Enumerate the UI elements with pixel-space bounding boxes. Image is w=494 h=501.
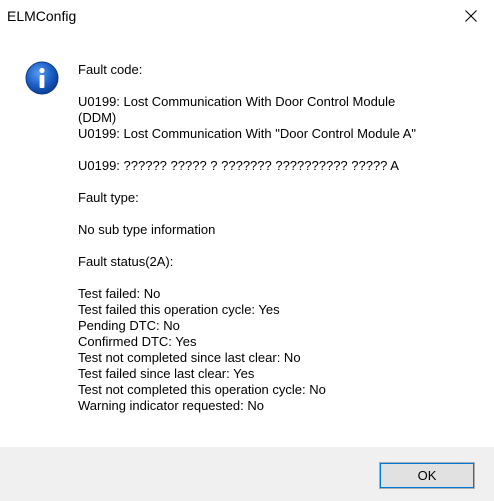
message-line: U0199: Lost Communication With "Door Con… bbox=[78, 126, 416, 141]
title-bar: ELMConfig bbox=[0, 0, 494, 32]
message-line: Test failed this operation cycle: Yes bbox=[78, 302, 280, 317]
dialog-content: Fault code: U0199: Lost Communication Wi… bbox=[0, 32, 494, 447]
message-line: Test not completed this operation cycle:… bbox=[78, 382, 326, 397]
message-line bbox=[78, 270, 478, 286]
message-line: Test failed: No bbox=[78, 286, 161, 301]
message-line bbox=[78, 238, 478, 254]
message-line: Test failed since last clear: Yes bbox=[78, 366, 255, 381]
message-dialog: ELMConfig Fault code: U0199: Lost Commun… bbox=[0, 0, 494, 501]
message-line bbox=[78, 78, 478, 94]
ok-button[interactable]: OK bbox=[379, 462, 475, 489]
dialog-footer: OK bbox=[0, 447, 494, 501]
message-line: U0199: Lost Communication With Door Cont… bbox=[78, 94, 396, 109]
close-button[interactable] bbox=[448, 0, 494, 32]
information-icon bbox=[25, 61, 59, 95]
message-line: U0199: ?????? ????? ? ??????? ??????????… bbox=[78, 158, 399, 173]
message-text: Fault code: U0199: Lost Communication Wi… bbox=[78, 62, 478, 414]
message-line: Confirmed DTC: Yes bbox=[78, 334, 197, 349]
message-line: Warning indicator requested: No bbox=[78, 398, 264, 413]
close-icon bbox=[465, 10, 477, 22]
message-line: No sub type information bbox=[78, 222, 216, 237]
message-line: Fault status(2A): bbox=[78, 254, 174, 269]
window-title: ELMConfig bbox=[7, 8, 77, 24]
message-line bbox=[78, 206, 478, 222]
message-line bbox=[78, 174, 478, 190]
message-line: Fault code: bbox=[78, 62, 143, 77]
message-line: Pending DTC: No bbox=[78, 318, 180, 333]
message-line: Test not completed since last clear: No bbox=[78, 350, 301, 365]
message-line: Fault type: bbox=[78, 190, 139, 205]
message-line: (DDM) bbox=[78, 110, 117, 125]
message-line bbox=[78, 142, 478, 158]
